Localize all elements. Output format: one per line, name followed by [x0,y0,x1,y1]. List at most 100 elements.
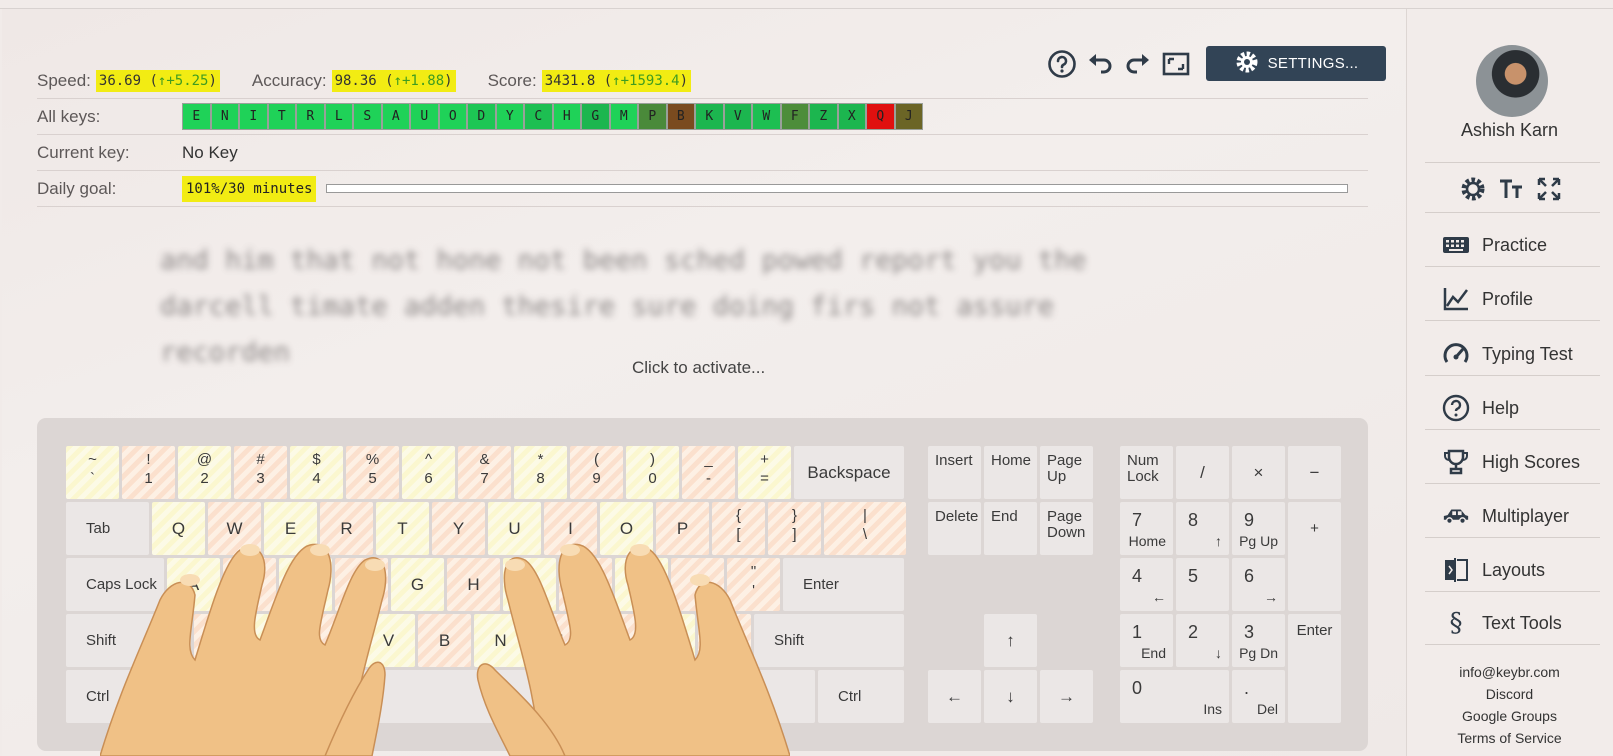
fullscreen-icon[interactable] [1536,176,1562,202]
key-num-1[interactable]: 1 End [1120,614,1173,667]
key-n[interactable]: N [474,614,527,667]
key-5[interactable]: % 5 [346,446,399,499]
nav-layouts[interactable]: Layouts [1442,555,1545,585]
key-comma[interactable] [586,614,639,667]
key-num-plus[interactable]: + [1288,502,1341,611]
key-slash[interactable] [698,614,751,667]
key-alt-right[interactable]: Alt [678,670,738,723]
key-home[interactable]: Home [984,446,1037,499]
key-backtick[interactable]: ~ ` [66,446,119,499]
key-progress-c[interactable]: C [524,103,553,130]
key-num-multiply[interactable]: × [1232,446,1285,499]
key-0[interactable]: ) 0 [626,446,679,499]
key-b[interactable]: B [418,614,471,667]
key-num-divide[interactable]: / [1176,446,1229,499]
key-tab[interactable]: Tab [66,502,149,555]
key-=[interactable]: + = [738,446,791,499]
key-u[interactable]: U [488,502,541,555]
key-progress-k[interactable]: K [695,103,724,130]
key-w[interactable]: W [208,502,261,555]
key-arrow-up[interactable]: ↑ [984,614,1037,667]
key-shift-left[interactable]: Shift [66,614,191,667]
key-alt-left[interactable] [212,670,272,723]
key-ctrl-right[interactable]: Ctrl [818,670,904,723]
nav-text-tools[interactable]: § Text Tools [1442,608,1562,638]
key-semicolon[interactable] [671,558,724,611]
key-progress-v[interactable]: V [723,103,752,130]
key-progress-m[interactable]: M [609,103,638,130]
key-f[interactable]: F [335,558,388,611]
key-quote[interactable]: " ' [727,558,780,611]
footer-link[interactable]: info@keybr.com [1406,664,1613,680]
key-y[interactable]: Y [432,502,485,555]
key-m[interactable]: M [530,614,583,667]
key-page-up[interactable]: Page Up [1040,446,1093,499]
key-1[interactable]: ! 1 [122,446,175,499]
key-2[interactable]: @2 [178,446,231,499]
key--[interactable]: _ - [682,446,735,499]
key-num-4[interactable]: 4 ← [1120,558,1173,611]
key-s[interactable]: S [223,558,276,611]
key-ctrl-left[interactable]: Ctrl [66,670,146,723]
key-arrow-down[interactable]: ↓ [984,670,1037,723]
key-bracket-2[interactable]: | \ [824,502,906,555]
nav-help[interactable]: Help [1442,393,1519,423]
key-8[interactable]: * 8 [514,446,567,499]
key-progress-o[interactable]: O [438,103,467,130]
key-k[interactable]: K [559,558,612,611]
key-period[interactable] [642,614,695,667]
key-d[interactable]: D [279,558,332,611]
key-3[interactable]: #3 [234,446,287,499]
key-p[interactable]: P [656,502,709,555]
key-progress-d[interactable]: D [467,103,496,130]
nav-profile[interactable]: Profile [1442,284,1533,314]
key-numlock[interactable]: Num Lock [1120,446,1173,499]
key-end[interactable]: End [984,502,1037,555]
key-6[interactable]: ^ 6 [402,446,455,499]
key-progress-b[interactable]: B [666,103,695,130]
key-progress-i[interactable]: I [239,103,268,130]
key-j[interactable]: J [503,558,556,611]
key-progress-u[interactable]: U [410,103,439,130]
key-progress-h[interactable]: H [552,103,581,130]
nav-high-scores[interactable]: High Scores [1442,447,1580,477]
key-backspace[interactable]: Backspace [794,446,904,499]
key-bracket-0[interactable]: {[ [712,502,765,555]
key-progress-a[interactable]: A [381,103,410,130]
activate-hint[interactable]: Click to activate... [632,358,765,378]
key-c[interactable]: C [306,614,359,667]
key-bracket-1[interactable]: }] [768,502,821,555]
footer-link[interactable]: Terms of Service [1406,730,1613,746]
font-size-icon[interactable] [1498,176,1524,202]
key-enter[interactable]: Enter [783,558,904,611]
key-menu[interactable] [741,670,815,723]
key-num-6[interactable]: 6 → [1232,558,1285,611]
key-t[interactable]: T [376,502,429,555]
username[interactable]: Ashish Karn [1406,120,1613,141]
key-insert[interactable]: Insert [928,446,981,499]
key-a[interactable]: A [167,558,220,611]
key-arrow-left[interactable]: ← [928,670,981,723]
key-progress-s[interactable]: S [353,103,382,130]
key-page-down[interactable]: Page Down [1040,502,1093,555]
key-arrow-right[interactable]: → [1040,670,1093,723]
key-space[interactable] [275,670,675,723]
key-g[interactable]: G [391,558,444,611]
key-progress-w[interactable]: W [752,103,781,130]
key-delete[interactable]: Delete [928,502,981,555]
key-l[interactable]: L [615,558,668,611]
key-progress-t[interactable]: T [267,103,296,130]
key-num-9[interactable]: 9 Pg Up [1232,502,1285,555]
key-z[interactable]: Z [194,614,247,667]
key-r[interactable]: R [320,502,373,555]
footer-link[interactable]: Google Groups [1406,708,1613,724]
key-q[interactable]: Q [152,502,205,555]
nav-multiplayer[interactable]: Multiplayer [1442,501,1569,531]
key-4[interactable]: $4 [290,446,343,499]
key-num-8[interactable]: 8 ↑ [1176,502,1229,555]
key-num-2[interactable]: 2 ↓ [1176,614,1229,667]
key-9[interactable]: (9 [570,446,623,499]
key-progress-y[interactable]: Y [495,103,524,130]
key-shift-right[interactable]: Shift [754,614,904,667]
key-win-left[interactable] [149,670,209,723]
